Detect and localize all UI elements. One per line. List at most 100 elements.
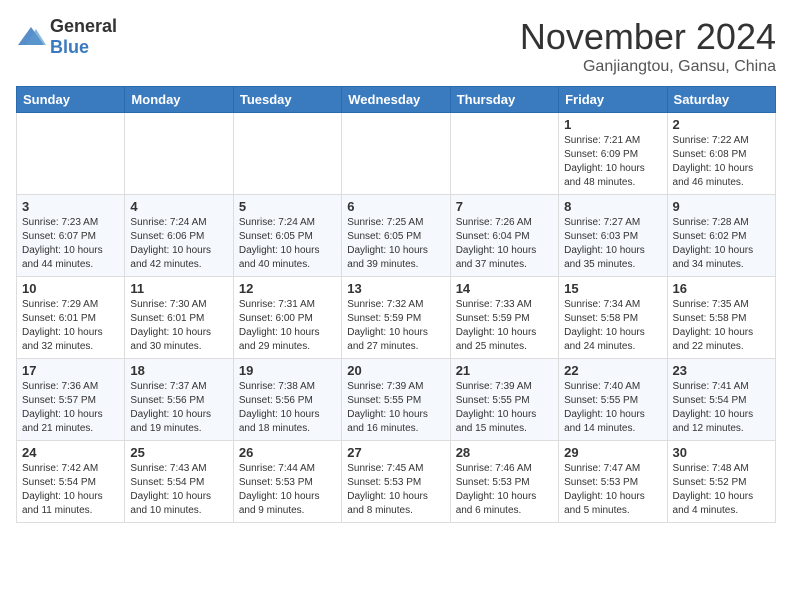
- day-number: 21: [456, 363, 553, 378]
- calendar-week-row: 3Sunrise: 7:23 AM Sunset: 6:07 PM Daylig…: [17, 195, 776, 277]
- day-info: Sunrise: 7:21 AM Sunset: 6:09 PM Dayligh…: [564, 134, 661, 190]
- day-number: 2: [673, 117, 770, 132]
- day-info: Sunrise: 7:36 AM Sunset: 5:57 PM Dayligh…: [22, 380, 119, 436]
- day-info: Sunrise: 7:42 AM Sunset: 5:54 PM Dayligh…: [22, 462, 119, 518]
- calendar-cell: 21 Sunrise: 7:39 AM Sunset: 5:55 PM Dayli…: [450, 359, 558, 441]
- day-info: Sunrise: 7:28 AM Sunset: 6:02 PM Dayligh…: [673, 216, 770, 272]
- calendar-cell: 1 Sunrise: 7:21 AM Sunset: 6:09 PM Daylig…: [559, 113, 667, 195]
- month-title: November 2024: [520, 16, 776, 58]
- calendar-cell: 11Sunrise: 7:30 AM Sunset: 6:01 PM Dayli…: [125, 277, 233, 359]
- calendar-cell: 5 Sunrise: 7:24 AM Sunset: 6:05 PM Daylig…: [233, 195, 341, 277]
- calendar-cell: 4 Sunrise: 7:24 AM Sunset: 6:06 PM Daylig…: [125, 195, 233, 277]
- calendar-cell: [233, 113, 341, 195]
- day-info: Sunrise: 7:33 AM Sunset: 5:59 PM Dayligh…: [456, 298, 553, 354]
- calendar-cell: 6 Sunrise: 7:25 AM Sunset: 6:05 PM Daylig…: [342, 195, 450, 277]
- day-info: Sunrise: 7:39 AM Sunset: 5:55 PM Dayligh…: [456, 380, 553, 436]
- day-number: 4: [130, 199, 227, 214]
- location-title: Ganjiangtou, Gansu, China: [520, 58, 776, 76]
- calendar-table: SundayMondayTuesdayWednesdayThursdayFrid…: [16, 86, 776, 523]
- day-number: 14: [456, 281, 553, 296]
- weekday-header: Thursday: [450, 87, 558, 113]
- day-info: Sunrise: 7:24 AM Sunset: 6:05 PM Dayligh…: [239, 216, 336, 272]
- weekday-header: Tuesday: [233, 87, 341, 113]
- calendar-cell: [125, 113, 233, 195]
- calendar-cell: 22Sunrise: 7:40 AM Sunset: 5:55 PM Dayli…: [559, 359, 667, 441]
- day-info: Sunrise: 7:32 AM Sunset: 5:59 PM Dayligh…: [347, 298, 444, 354]
- day-number: 9: [673, 199, 770, 214]
- day-number: 24: [22, 445, 119, 460]
- day-info: Sunrise: 7:25 AM Sunset: 6:05 PM Dayligh…: [347, 216, 444, 272]
- calendar-cell: 25Sunrise: 7:43 AM Sunset: 5:54 PM Dayli…: [125, 441, 233, 523]
- calendar-cell: 16Sunrise: 7:35 AM Sunset: 5:58 PM Dayli…: [667, 277, 775, 359]
- day-info: Sunrise: 7:39 AM Sunset: 5:55 PM Dayligh…: [347, 380, 444, 436]
- calendar-cell: [17, 113, 125, 195]
- calendar-cell: 3Sunrise: 7:23 AM Sunset: 6:07 PM Daylig…: [17, 195, 125, 277]
- calendar-cell: 30Sunrise: 7:48 AM Sunset: 5:52 PM Dayli…: [667, 441, 775, 523]
- day-info: Sunrise: 7:34 AM Sunset: 5:58 PM Dayligh…: [564, 298, 661, 354]
- day-info: Sunrise: 7:38 AM Sunset: 5:56 PM Dayligh…: [239, 380, 336, 436]
- day-number: 28: [456, 445, 553, 460]
- calendar-body: 1 Sunrise: 7:21 AM Sunset: 6:09 PM Daylig…: [17, 113, 776, 523]
- calendar-week-row: 24 Sunrise: 7:42 AM Sunset: 5:54 PM Dayli…: [17, 441, 776, 523]
- day-number: 10: [22, 281, 119, 296]
- day-info: Sunrise: 7:29 AM Sunset: 6:01 PM Dayligh…: [22, 298, 119, 354]
- day-number: 1: [564, 117, 661, 132]
- day-number: 29: [564, 445, 661, 460]
- calendar-week-row: 17 Sunrise: 7:36 AM Sunset: 5:57 PM Dayli…: [17, 359, 776, 441]
- day-number: 11: [130, 281, 227, 296]
- day-number: 19: [239, 363, 336, 378]
- day-number: 22: [564, 363, 661, 378]
- calendar-cell: 15Sunrise: 7:34 AM Sunset: 5:58 PM Dayli…: [559, 277, 667, 359]
- day-number: 16: [673, 281, 770, 296]
- logo: General Blue: [16, 16, 117, 58]
- logo-icon: [16, 25, 46, 49]
- logo-blue: Blue: [50, 37, 89, 57]
- day-info: Sunrise: 7:22 AM Sunset: 6:08 PM Dayligh…: [673, 134, 770, 190]
- calendar-cell: 8 Sunrise: 7:27 AM Sunset: 6:03 PM Daylig…: [559, 195, 667, 277]
- day-info: Sunrise: 7:24 AM Sunset: 6:06 PM Dayligh…: [130, 216, 227, 272]
- weekday-header: Wednesday: [342, 87, 450, 113]
- day-number: 17: [22, 363, 119, 378]
- day-info: Sunrise: 7:45 AM Sunset: 5:53 PM Dayligh…: [347, 462, 444, 518]
- calendar-cell: 2 Sunrise: 7:22 AM Sunset: 6:08 PM Daylig…: [667, 113, 775, 195]
- day-info: Sunrise: 7:26 AM Sunset: 6:04 PM Dayligh…: [456, 216, 553, 272]
- day-number: 20: [347, 363, 444, 378]
- logo-text: General Blue: [50, 16, 117, 58]
- day-info: Sunrise: 7:27 AM Sunset: 6:03 PM Dayligh…: [564, 216, 661, 272]
- calendar-cell: 7Sunrise: 7:26 AM Sunset: 6:04 PM Daylig…: [450, 195, 558, 277]
- weekday-header: Monday: [125, 87, 233, 113]
- calendar-cell: 24 Sunrise: 7:42 AM Sunset: 5:54 PM Dayli…: [17, 441, 125, 523]
- calendar-cell: 23 Sunrise: 7:41 AM Sunset: 5:54 PM Dayli…: [667, 359, 775, 441]
- day-number: 8: [564, 199, 661, 214]
- calendar-cell: [450, 113, 558, 195]
- day-number: 13: [347, 281, 444, 296]
- calendar-cell: 12Sunrise: 7:31 AM Sunset: 6:00 PM Dayli…: [233, 277, 341, 359]
- day-number: 5: [239, 199, 336, 214]
- calendar-week-row: 10 Sunrise: 7:29 AM Sunset: 6:01 PM Dayli…: [17, 277, 776, 359]
- calendar-cell: 19 Sunrise: 7:38 AM Sunset: 5:56 PM Dayli…: [233, 359, 341, 441]
- day-info: Sunrise: 7:41 AM Sunset: 5:54 PM Dayligh…: [673, 380, 770, 436]
- calendar-cell: 28 Sunrise: 7:46 AM Sunset: 5:53 PM Dayli…: [450, 441, 558, 523]
- calendar-cell: 14 Sunrise: 7:33 AM Sunset: 5:59 PM Dayli…: [450, 277, 558, 359]
- calendar-header-row: SundayMondayTuesdayWednesdayThursdayFrid…: [17, 87, 776, 113]
- calendar-week-row: 1 Sunrise: 7:21 AM Sunset: 6:09 PM Daylig…: [17, 113, 776, 195]
- weekday-header: Saturday: [667, 87, 775, 113]
- day-info: Sunrise: 7:43 AM Sunset: 5:54 PM Dayligh…: [130, 462, 227, 518]
- page-header: General Blue November 2024 Ganjiangtou, …: [16, 16, 776, 76]
- day-info: Sunrise: 7:48 AM Sunset: 5:52 PM Dayligh…: [673, 462, 770, 518]
- calendar-cell: 10 Sunrise: 7:29 AM Sunset: 6:01 PM Dayli…: [17, 277, 125, 359]
- day-number: 12: [239, 281, 336, 296]
- calendar-cell: 27 Sunrise: 7:45 AM Sunset: 5:53 PM Dayli…: [342, 441, 450, 523]
- calendar-cell: 20 Sunrise: 7:39 AM Sunset: 5:55 PM Dayli…: [342, 359, 450, 441]
- calendar-cell: 26Sunrise: 7:44 AM Sunset: 5:53 PM Dayli…: [233, 441, 341, 523]
- title-block: November 2024 Ganjiangtou, Gansu, China: [520, 16, 776, 76]
- day-info: Sunrise: 7:44 AM Sunset: 5:53 PM Dayligh…: [239, 462, 336, 518]
- day-number: 23: [673, 363, 770, 378]
- weekday-header: Sunday: [17, 87, 125, 113]
- day-number: 27: [347, 445, 444, 460]
- day-number: 6: [347, 199, 444, 214]
- calendar-cell: 9 Sunrise: 7:28 AM Sunset: 6:02 PM Daylig…: [667, 195, 775, 277]
- day-info: Sunrise: 7:46 AM Sunset: 5:53 PM Dayligh…: [456, 462, 553, 518]
- day-number: 18: [130, 363, 227, 378]
- day-info: Sunrise: 7:23 AM Sunset: 6:07 PM Dayligh…: [22, 216, 119, 272]
